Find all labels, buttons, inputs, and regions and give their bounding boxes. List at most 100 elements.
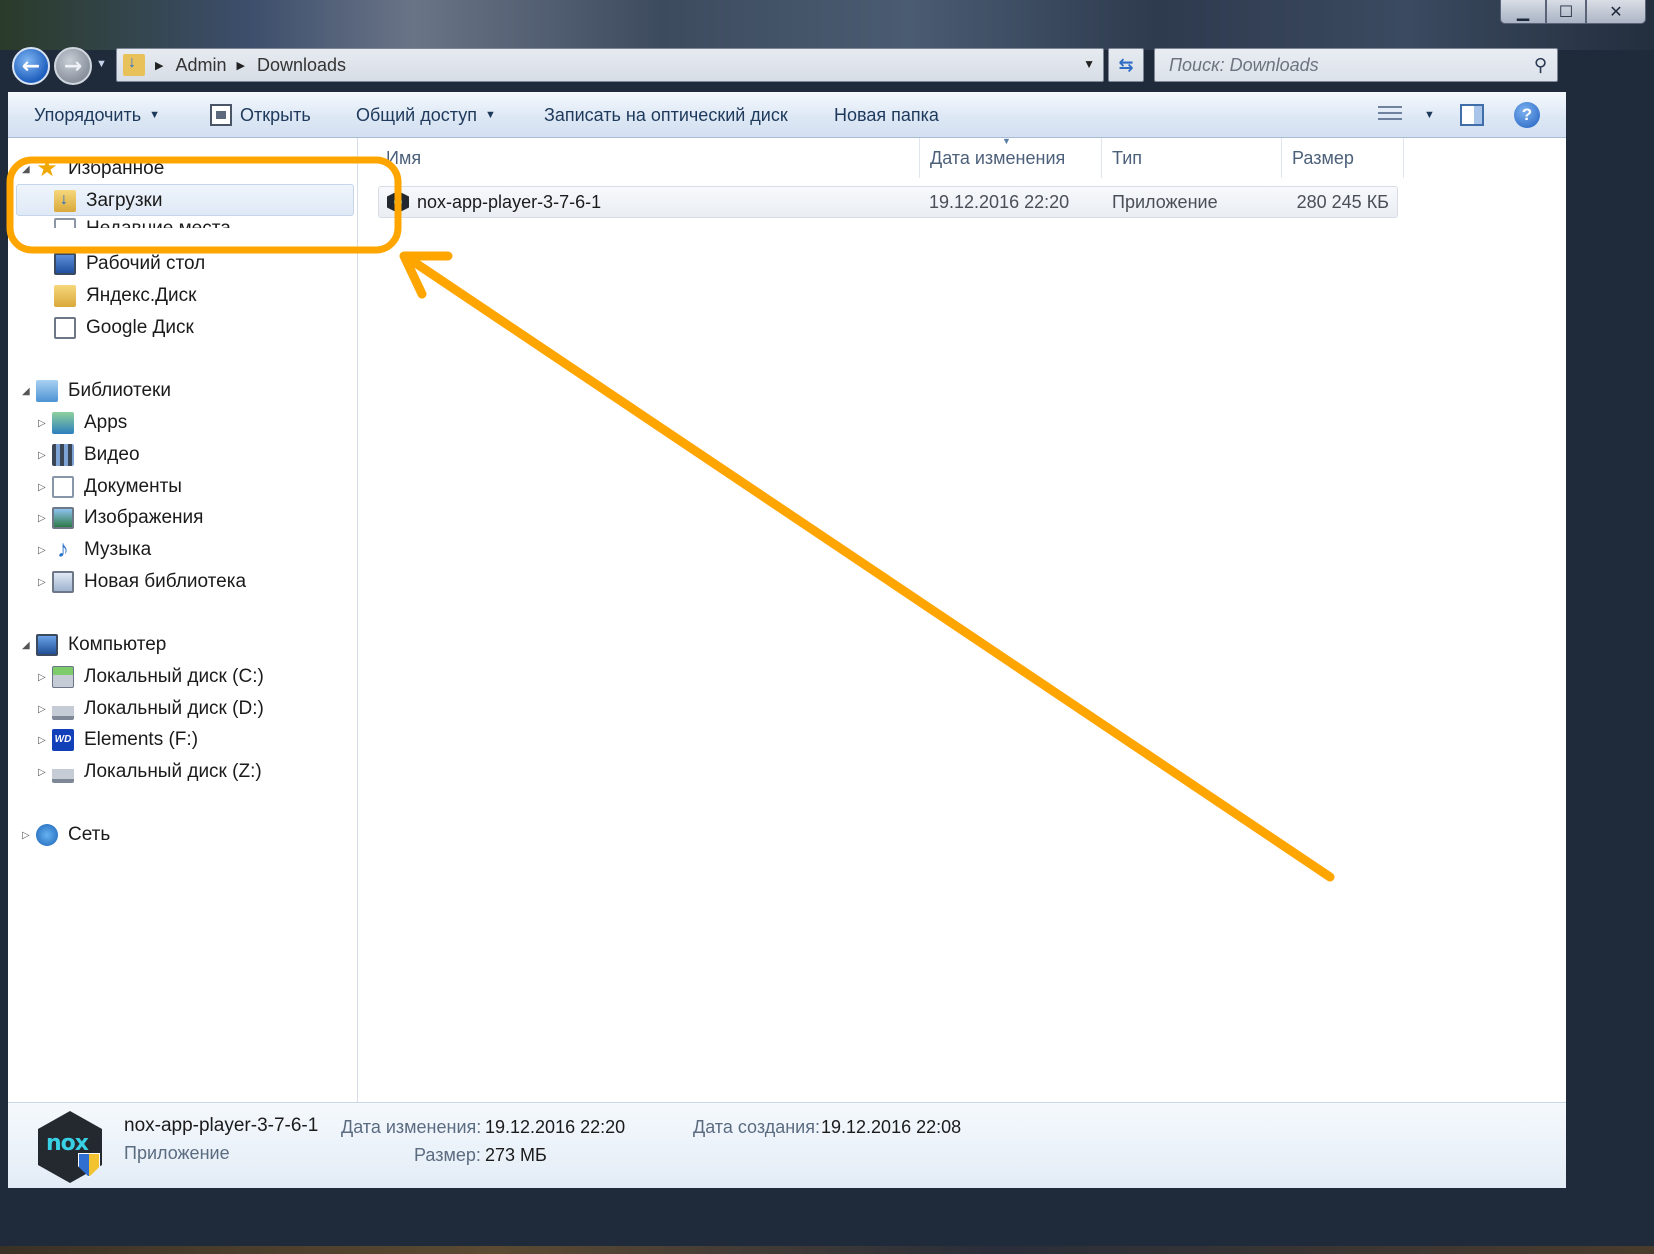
tree-favorites[interactable]: ◢ ★ Избранное <box>22 154 164 184</box>
tree-item-music[interactable]: ▷ ♪ Музыка <box>38 535 151 565</box>
tree-item-new-library[interactable]: ▷ Новая библиотека <box>38 567 246 597</box>
tree-item-yandex-disk[interactable]: Яндекс.Диск <box>54 281 196 311</box>
tree-item-recent-places[interactable]: Недавние места <box>54 218 231 228</box>
tree-item-label: Видео <box>84 444 140 465</box>
caption-buttons: ▁ ☐ ✕ <box>1500 0 1646 24</box>
column-header-size[interactable]: Размер <box>1282 138 1404 178</box>
tree-item-label: Документы <box>84 476 182 497</box>
collapse-arrow-icon[interactable]: ▷ <box>38 545 52 556</box>
tree-computer-label: Компьютер <box>68 634 167 655</box>
help-button[interactable]: ? <box>1514 92 1540 138</box>
libraries-icon <box>36 380 58 402</box>
tree-item-apps[interactable]: ▷ Apps <box>38 408 127 438</box>
back-button[interactable]: ← <box>12 47 50 85</box>
chevron-right-icon[interactable]: ▶ <box>237 59 245 72</box>
tree-item-label: Локальный диск (C:) <box>84 666 264 687</box>
chevron-down-icon: ▼ <box>484 109 496 121</box>
chevron-right-icon[interactable]: ▶ <box>155 59 163 72</box>
refresh-icon: ⇆ <box>1118 54 1134 75</box>
view-options-dropdown[interactable]: ▼ <box>1416 92 1435 138</box>
maximize-button[interactable]: ☐ <box>1546 0 1586 24</box>
chevron-down-icon[interactable]: ▼ <box>1083 57 1095 71</box>
recent-pages-dropdown[interactable]: ▼ <box>96 58 107 70</box>
details-file-type: Приложение <box>124 1143 230 1163</box>
column-header-label: Дата изменения <box>930 147 1066 168</box>
search-box[interactable]: Поиск: Downloads ⚲ <box>1154 48 1558 82</box>
column-header-label: Имя <box>386 147 422 168</box>
search-input[interactable]: Поиск: Downloads <box>1169 55 1319 76</box>
tree-item-drive-f[interactable]: ▷ WD Elements (F:) <box>38 725 198 755</box>
forward-button[interactable]: → <box>54 47 92 85</box>
tree-item-desktop[interactable]: Рабочий стол <box>54 249 205 279</box>
address-bar[interactable]: ▶ Admin ▶ Downloads ▼ <box>116 48 1104 82</box>
collapse-arrow-icon[interactable]: ▷ <box>38 418 52 429</box>
expand-arrow-icon[interactable]: ◢ <box>22 386 36 397</box>
file-name: nox-app-player-3-7-6-1 <box>417 191 602 212</box>
organize-button[interactable]: Упорядочить ▼ <box>34 92 160 138</box>
computer-icon <box>36 634 58 656</box>
nox-app-icon <box>387 191 409 213</box>
collapse-arrow-icon[interactable]: ▷ <box>38 482 52 493</box>
video-library-icon <box>52 444 74 466</box>
tree-item-drive-z[interactable]: ▷ Локальный диск (Z:) <box>38 757 262 787</box>
share-label: Общий доступ <box>356 104 477 125</box>
collapse-arrow-icon[interactable]: ▷ <box>38 577 52 588</box>
collapse-arrow-icon[interactable]: ▷ <box>38 450 52 461</box>
collapse-arrow-icon[interactable]: ▷ <box>38 704 52 715</box>
refresh-button[interactable]: ⇆ <box>1108 48 1144 82</box>
tree-item-documents[interactable]: ▷ Документы <box>38 472 182 502</box>
file-size: 280 245 КБ <box>1296 191 1389 212</box>
tree-libraries[interactable]: ◢ Библиотеки <box>22 376 171 406</box>
column-header-date[interactable]: Дата изменения <box>920 138 1102 178</box>
tree-item-google-drive[interactable]: Google Диск <box>54 313 194 343</box>
collapse-arrow-icon[interactable]: ▷ <box>38 513 52 524</box>
tree-item-drive-c[interactable]: ▷ Локальный диск (C:) <box>38 662 264 692</box>
tree-item-video[interactable]: ▷ Видео <box>38 440 140 470</box>
help-icon: ? <box>1514 102 1540 128</box>
arrow-right-icon: → <box>63 53 83 79</box>
view-list-icon <box>1378 106 1402 124</box>
nox-logo-text: nox <box>46 1131 89 1156</box>
tree-libraries-label: Библиотеки <box>68 380 171 401</box>
network-icon <box>36 824 58 846</box>
preview-pane-button[interactable] <box>1460 92 1484 138</box>
tree-item-drive-d[interactable]: ▷ Локальный диск (D:) <box>38 694 264 724</box>
open-icon <box>210 104 232 126</box>
details-modified-label: Дата изменения: <box>341 1117 482 1137</box>
minimize-button[interactable]: ▁ <box>1500 0 1546 24</box>
expand-arrow-icon[interactable]: ◢ <box>22 164 36 175</box>
collapse-arrow-icon[interactable]: ▷ <box>38 672 52 683</box>
collapse-arrow-icon[interactable]: ▷ <box>22 830 36 841</box>
pictures-library-icon <box>52 507 74 529</box>
new-folder-button[interactable]: Новая папка <box>834 92 939 138</box>
tree-network[interactable]: ▷ Сеть <box>22 820 110 850</box>
tree-computer[interactable]: ◢ Компьютер <box>22 630 166 660</box>
expand-arrow-icon[interactable]: ◢ <box>22 640 36 651</box>
change-view-button[interactable] <box>1378 92 1402 138</box>
file-name-cell[interactable]: nox-app-player-3-7-6-1 <box>387 187 601 217</box>
collapse-arrow-icon[interactable]: ▷ <box>38 767 52 778</box>
open-button[interactable]: Открыть <box>210 92 311 138</box>
file-row[interactable]: nox-app-player-3-7-6-1 19.12.2016 22:20 … <box>378 186 1398 218</box>
column-header-type[interactable]: Тип <box>1102 138 1282 178</box>
breadcrumb-downloads[interactable]: Downloads <box>257 55 346 76</box>
share-button[interactable]: Общий доступ ▼ <box>356 92 496 138</box>
breadcrumb-admin[interactable]: Admin <box>175 55 226 76</box>
tree-item-label: Apps <box>84 412 128 433</box>
tree-item-label: Музыка <box>84 539 152 560</box>
tree-item-pictures[interactable]: ▷ Изображения <box>38 503 203 533</box>
column-header-label: Размер <box>1292 147 1354 168</box>
tree-item-label: Изображения <box>84 507 204 528</box>
tree-item-label: Яндекс.Диск <box>86 285 197 306</box>
recent-places-icon <box>54 218 76 228</box>
collapse-arrow-icon[interactable]: ▷ <box>38 735 52 746</box>
tree-item-label: Недавние места <box>86 218 231 228</box>
tree-item-label: Локальный диск (D:) <box>84 698 264 719</box>
search-icon[interactable]: ⚲ <box>1534 55 1547 76</box>
tree-item-downloads[interactable]: Загрузки <box>54 186 162 216</box>
burn-disc-button[interactable]: Записать на оптический диск <box>544 92 788 138</box>
tree-item-label: Elements (F:) <box>84 729 199 750</box>
column-header-name[interactable]: Имя <box>376 138 920 178</box>
file-list: ▼ Имя Дата изменения Тип Размер nox-app-… <box>358 136 1566 1102</box>
close-button[interactable]: ✕ <box>1586 0 1646 24</box>
